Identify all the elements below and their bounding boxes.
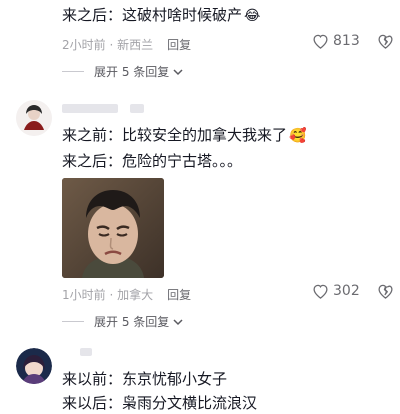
comment-line-2: 来以后：枭雨分文横比流浪汉 xyxy=(62,394,258,412)
dislike-button[interactable] xyxy=(377,283,394,303)
like-button[interactable]: 302 xyxy=(312,283,360,299)
like-count: 302 xyxy=(333,283,360,299)
meme-face-image xyxy=(62,178,164,278)
heart-icon xyxy=(313,284,328,299)
user-avatar-icon xyxy=(16,100,52,136)
comment-line: 来之前：比较安全的加拿大我来了 🥰 xyxy=(62,124,306,147)
username-placeholder xyxy=(62,104,118,113)
chevron-down-icon xyxy=(173,68,183,75)
laughing-emoji-icon: 😂 xyxy=(244,8,261,24)
avatar[interactable] xyxy=(16,100,52,136)
badge-placeholder xyxy=(130,104,144,113)
like-button[interactable]: 813 xyxy=(312,33,360,49)
broken-heart-icon xyxy=(378,284,393,299)
timestamp-location: 1小时前 · 加拿大 xyxy=(62,288,154,302)
user-avatar-icon xyxy=(16,348,52,384)
timestamp-location: 2小时前 · 新西兰 xyxy=(62,38,154,52)
comment-line-1: 来以前：东京忧郁小女子 xyxy=(62,370,228,388)
heart-icon xyxy=(313,34,328,49)
comment-text: 来之后：这破村啥时候破产 😂 xyxy=(62,4,260,27)
comment-meta: 2小时前 · 新西兰 回复 xyxy=(62,36,191,53)
chevron-down-icon xyxy=(173,318,183,325)
expand-replies[interactable]: 展开 5 条回复 xyxy=(62,313,183,330)
divider xyxy=(62,71,84,72)
reply-button[interactable]: 回复 xyxy=(167,36,191,53)
comment-line: 来之后：这破村啥时候破产 xyxy=(62,6,243,24)
dislike-button[interactable] xyxy=(377,33,394,53)
comment-image[interactable] xyxy=(62,178,164,278)
reply-button[interactable]: 回复 xyxy=(167,286,191,303)
comment-line-2: 来之后：危险的宁古塔。。。 xyxy=(62,152,243,170)
broken-heart-icon xyxy=(378,34,393,49)
comment-line-1: 来之前：比较安全的加拿大我来了 xyxy=(62,126,288,144)
username-placeholder xyxy=(80,348,92,356)
divider xyxy=(62,321,84,322)
like-count: 813 xyxy=(333,33,360,49)
expand-replies-label: 展开 5 条回复 xyxy=(94,315,170,329)
comment-meta: 1小时前 · 加拿大 回复 xyxy=(62,286,191,303)
expand-replies[interactable]: 展开 5 条回复 xyxy=(62,63,183,80)
blushing-emoji-icon: 🥰 xyxy=(289,128,307,144)
avatar[interactable] xyxy=(16,348,52,384)
expand-replies-label: 展开 5 条回复 xyxy=(94,65,170,79)
